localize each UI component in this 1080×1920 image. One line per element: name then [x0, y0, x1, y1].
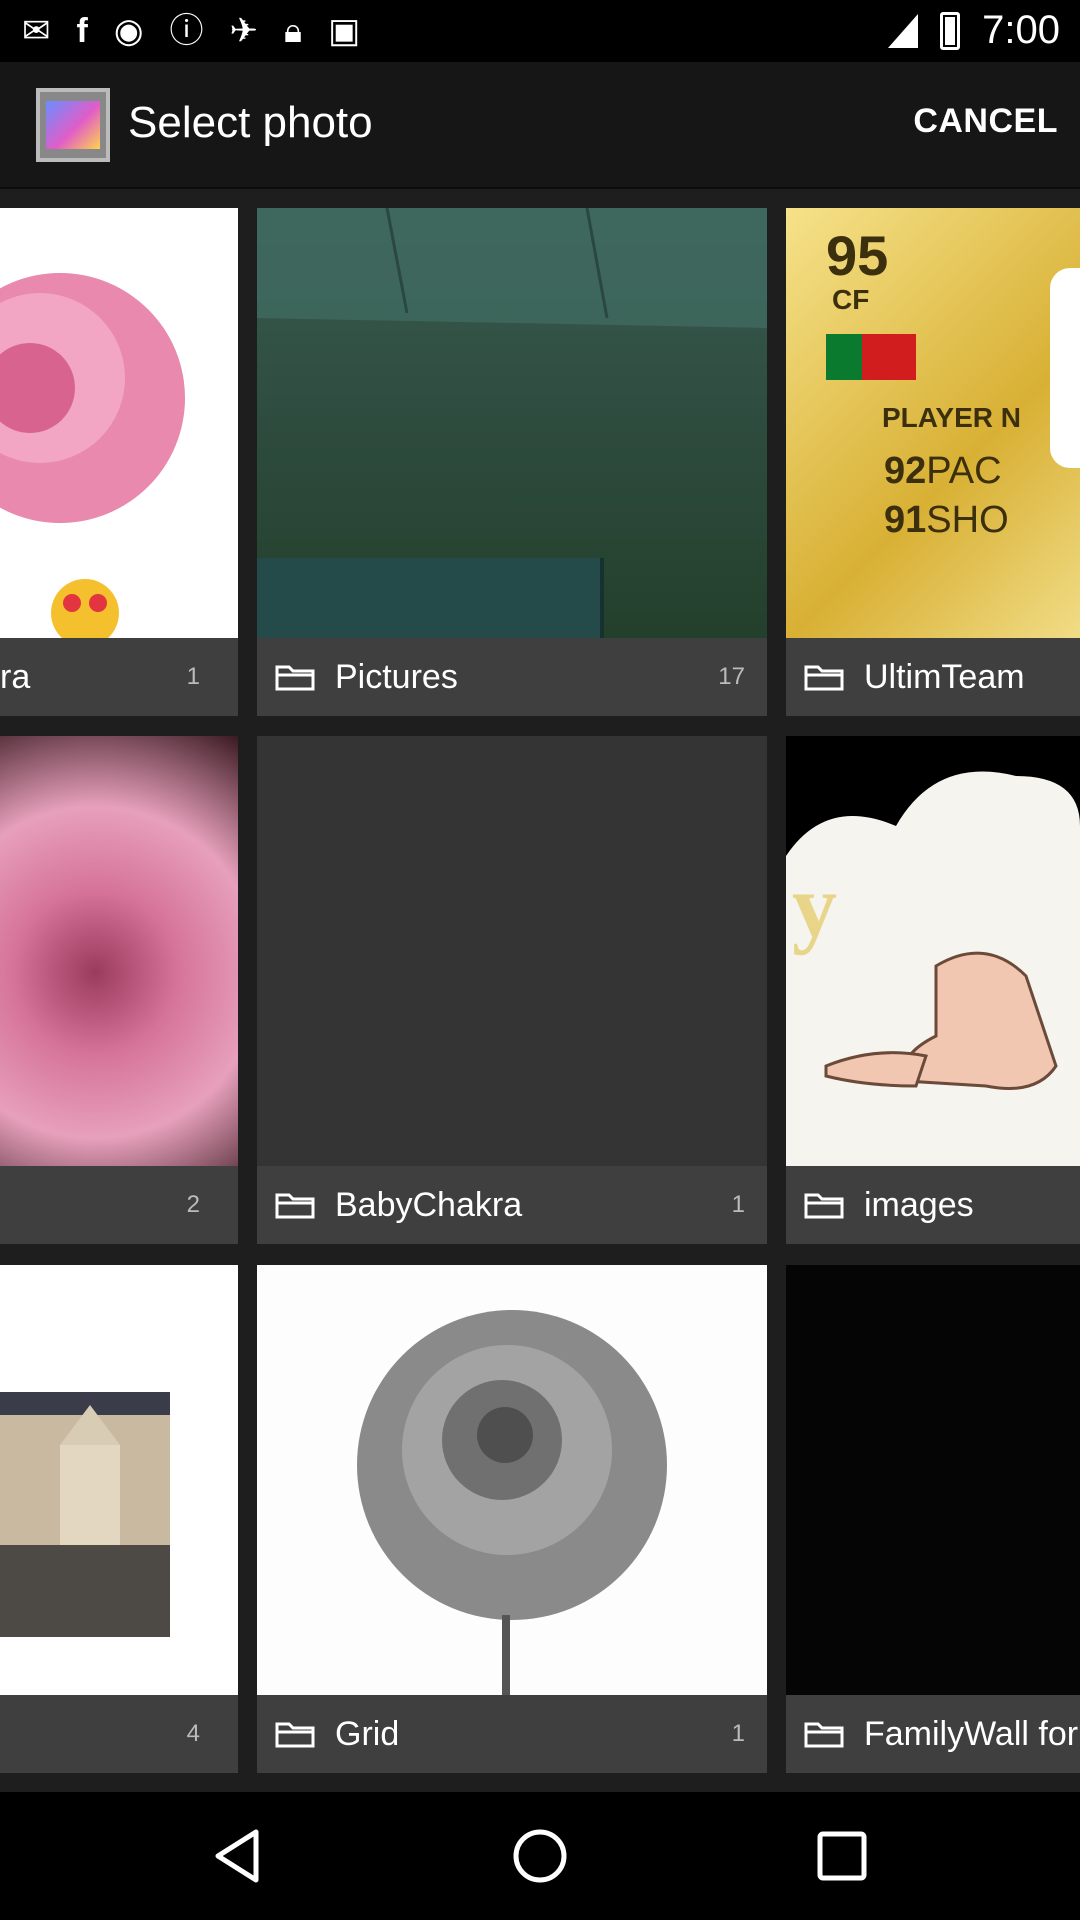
folder-thumbnail — [786, 1265, 1080, 1695]
photo-count: 17 — [718, 663, 745, 690]
notification-icons: ✉ f ◉ ⓘ ✈ 🔒︎ ▣ — [22, 12, 360, 50]
player-card: 95 CF PLAYER N 92PAC 91SHO — [826, 228, 1021, 542]
room-image — [257, 208, 767, 638]
folder-icon — [804, 1720, 844, 1748]
photo-count: 4 — [186, 1720, 200, 1747]
folder-tile[interactable]: 4 — [0, 1265, 238, 1773]
info-icon: ⓘ — [169, 12, 204, 50]
folder-tile[interactable]: Pictures 17 — [257, 208, 767, 716]
folder-thumbnail: 95 CF PLAYER N 92PAC 91SHO — [786, 208, 1080, 638]
gray-rose-image — [357, 1310, 667, 1695]
cancel-button[interactable]: CANCEL — [913, 102, 1058, 141]
folder-name: UltimTeam — [864, 657, 1025, 696]
folder-tile[interactable]: FamilyWall for — [786, 1265, 1080, 1773]
folder-thumbnail — [257, 208, 767, 638]
folder-icon — [275, 1720, 315, 1748]
page-title: Select photo — [128, 98, 373, 147]
mail-icon: ✉ — [22, 12, 51, 50]
flag-icon — [826, 334, 916, 380]
folder-name: Pictures — [335, 657, 458, 696]
folder-thumbnail — [0, 1265, 238, 1695]
folder-tile[interactable]: BabyChakra 1 — [257, 736, 767, 1244]
folder-caption: Grid 1 — [257, 1695, 767, 1773]
folder-tile[interactable]: y images — [786, 736, 1080, 1244]
folder-caption: FamilyWall for — [786, 1695, 1080, 1773]
gallery-app-icon — [36, 88, 110, 162]
photo-count: 1 — [186, 663, 200, 690]
folder-icon — [804, 1191, 844, 1219]
folder-caption: BabyChakra 1 — [257, 1166, 767, 1244]
folder-icon — [804, 663, 844, 691]
card-stat-label: SHO — [926, 499, 1009, 541]
card-stat-value: 91 — [884, 499, 927, 541]
home-icon[interactable] — [510, 1826, 570, 1886]
folder-caption: Pictures 17 — [257, 638, 767, 716]
back-icon[interactable] — [208, 1826, 268, 1886]
folder-caption: ra 1 — [0, 638, 238, 716]
baby-image: y — [786, 771, 1080, 1166]
recent-apps-icon[interactable] — [812, 1826, 872, 1886]
system-status: 7:00 — [888, 8, 1060, 53]
eye-icon: ◉ — [113, 12, 144, 50]
folder-icon — [275, 663, 315, 691]
svg-text:y: y — [792, 857, 837, 956]
card-stat-value: 92 — [884, 450, 927, 492]
folder-caption: UltimTeam — [786, 638, 1080, 716]
signal-icon — [888, 13, 919, 48]
folder-name: Grid — [335, 1714, 400, 1753]
folder-thumbnail — [0, 736, 238, 1166]
card-stat-row: 92PAC — [884, 450, 1021, 493]
folder-tile[interactable]: 2 — [0, 736, 238, 1244]
folder-thumbnail — [257, 736, 767, 1166]
folder-name: FamilyWall for — [864, 1714, 1079, 1753]
card-rating: 95 — [826, 224, 889, 287]
folder-caption: images — [786, 1166, 1080, 1244]
folder-thumbnail — [0, 208, 238, 647]
android-icon: ▣ — [328, 12, 361, 50]
folder-name: BabyChakra — [335, 1185, 523, 1224]
status-bar: ✉ f ◉ ⓘ ✈ 🔒︎ ▣ 7:00 — [0, 0, 1080, 62]
rose-image — [0, 273, 185, 647]
action-bar: Select photo CANCEL — [0, 62, 1080, 189]
card-stat-row: 91SHO — [884, 499, 1021, 542]
folder-caption: 2 — [0, 1166, 238, 1244]
card-player-name: PLAYER N — [882, 402, 1022, 433]
card-stat-label: PAC — [926, 450, 1002, 492]
folder-thumbnail: y — [786, 736, 1080, 1166]
photo-count: 1 — [731, 1191, 745, 1218]
lock-icon: 🔒︎ — [284, 12, 303, 50]
clock: 7:00 — [982, 8, 1060, 52]
folder-thumbnail — [257, 1265, 767, 1695]
city-image — [0, 1392, 170, 1637]
fake-gps-icon: ✈ — [229, 12, 259, 50]
facebook-icon: f — [76, 12, 88, 50]
folder-tile[interactable]: Grid 1 — [257, 1265, 767, 1773]
navigation-bar — [0, 1792, 1080, 1920]
battery-icon — [940, 11, 961, 50]
photo-count: 2 — [186, 1191, 200, 1218]
folder-tile[interactable]: 95 CF PLAYER N 92PAC 91SHO UltimTeam — [786, 208, 1080, 716]
folder-name: ra — [0, 657, 31, 696]
folder-tile[interactable]: ra 1 — [0, 208, 238, 716]
folder-caption: 4 — [0, 1695, 238, 1773]
card-position: CF — [832, 284, 870, 315]
folder-name: images — [864, 1185, 974, 1224]
photo-count: 1 — [731, 1720, 745, 1747]
folder-icon — [275, 1191, 315, 1219]
